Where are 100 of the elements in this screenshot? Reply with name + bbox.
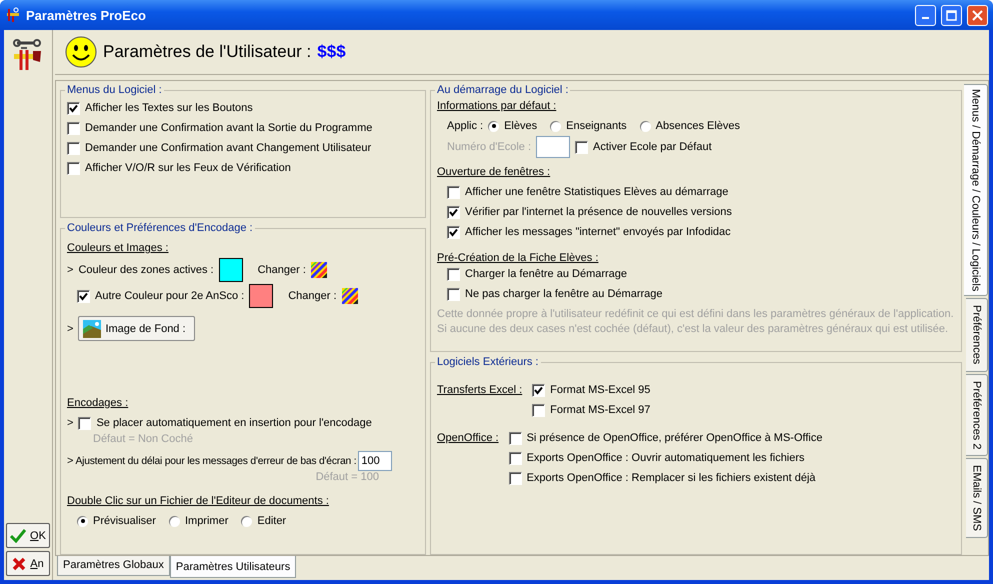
checkbox[interactable] <box>508 452 522 464</box>
radio-label: Editer <box>257 515 286 527</box>
radio-button[interactable] <box>77 516 88 526</box>
checkbox[interactable] <box>67 142 80 154</box>
tools-icon <box>13 38 43 72</box>
checkbox-label: Charger la fenêtre au Démarrage <box>465 268 628 280</box>
side-tab[interactable]: Préférences 2 <box>966 374 988 456</box>
checkbox-label: Ne pas charger la fenêtre au Démarrage <box>465 288 662 300</box>
group-title: Couleurs et Préférences d'Encodage : <box>66 222 254 234</box>
cancel-button[interactable]: An <box>6 551 50 576</box>
prefix-mark: > <box>67 322 74 334</box>
page-title: Paramètres de l'Utilisateur : <box>103 42 312 62</box>
prefix-mark: > <box>67 417 74 429</box>
color-stripes-icon[interactable] <box>342 288 358 304</box>
checkbox-label: Exports OpenOffice : Remplacer si les fichiers existent déjà <box>526 472 816 484</box>
checkbox-label: Demander une Confirmation avant la Sortie du Programme <box>85 122 372 134</box>
checkbox[interactable] <box>78 416 92 430</box>
checkbox-label: Exports OpenOffice : Ouvrir automatiquement les fichiers <box>526 452 805 464</box>
app-icon <box>5 7 21 23</box>
section-heading: Pré-Création de la Fiche Elèves : <box>437 252 600 264</box>
radio-label: Absences Elèves <box>656 120 740 132</box>
color-stripes-icon[interactable] <box>310 262 327 278</box>
radio-button[interactable] <box>241 516 252 526</box>
checkbox[interactable] <box>67 122 80 134</box>
checkbox-label: Afficher les messages "internet" envoyés par Infodidac <box>465 226 731 238</box>
checkbox-label: Autre Couleur pour 2e AnSco : <box>95 290 244 302</box>
default-hint: Défaut = Non Coché <box>92 433 194 445</box>
color-swatch[interactable] <box>249 284 274 308</box>
ok-button[interactable]: OK <box>6 523 50 548</box>
delay-input[interactable]: 100 <box>358 451 392 471</box>
checkbox[interactable] <box>67 102 80 114</box>
check-icon <box>10 528 26 542</box>
checkbox-label: Afficher les Textes sur les Boutons <box>85 102 253 114</box>
window-title: Paramètres ProEco <box>26 8 147 22</box>
checkbox[interactable] <box>508 432 522 444</box>
change-label: Changer : <box>288 290 337 302</box>
radio-button[interactable] <box>488 120 500 132</box>
checkbox-label: Afficher une fenêtre Statistiques Elèves au démarrage <box>465 186 728 198</box>
group-title: Menus du Logiciel : <box>66 84 163 96</box>
background-image-button[interactable]: Image de Fond : <box>78 316 195 341</box>
group-title: Au démarrage du Logiciel : <box>436 84 570 96</box>
info-note: Cette donnée propre à l'utilisateur redéfinit ce qui est défini dans les paramètres généraux de l'application. Si aucune des deux cases n'est cochée (défaut), c'est la valeur des paramètres généraux qui est utilisée. <box>437 307 955 337</box>
checkbox[interactable] <box>447 226 460 238</box>
checkbox-label: Si présence de OpenOffice, préférer OpenOffice à MS-Office <box>526 432 822 444</box>
radio-label: Prévisualiser <box>93 515 156 527</box>
change-label: Changer : <box>258 264 306 276</box>
checkbox[interactable] <box>508 472 522 484</box>
radio-button[interactable] <box>168 516 180 526</box>
bottom-tab[interactable]: Paramètres Globaux <box>57 556 170 576</box>
default-hint: Défaut = 100 <box>316 471 379 483</box>
section-heading: Ouverture de fenêtres : <box>437 166 552 178</box>
close-button[interactable] <box>967 4 988 26</box>
prefix-mark: > <box>67 264 74 276</box>
checkbox-label: Demander une Confirmation avant Changement Utilisateur <box>85 142 372 154</box>
smiley-icon <box>65 36 97 68</box>
radio-button[interactable] <box>550 120 562 132</box>
field-label: Ajustement du délai pour les messages d'erreur de bas d'écran : <box>75 456 356 466</box>
checkbox-label: Afficher V/O/R sur les Feux de Vérification <box>85 162 291 174</box>
checkbox[interactable] <box>532 404 546 416</box>
checkbox-label: Format MS-Excel 95 <box>550 384 650 396</box>
checkbox-label: Vérifier par l'internet la présence de nouvelles versions <box>465 206 732 218</box>
section-heading: Double Clic sur un Fichier de l'Editeur de documents : <box>67 495 330 507</box>
section-heading: Informations par défaut : <box>437 100 558 112</box>
section-heading: Transferts Excel : <box>437 384 522 398</box>
side-tab[interactable]: Menus / Démarrage / Couleurs / Logiciels <box>964 84 988 296</box>
color-label: Couleur des zones actives : <box>78 264 214 276</box>
landscape-icon <box>83 320 102 338</box>
side-tab[interactable]: EMails / SMS <box>966 458 988 538</box>
side-tab[interactable]: Préférences <box>966 298 988 372</box>
user-name: $$$ <box>317 42 346 62</box>
prefix-mark: > <box>67 455 74 467</box>
close-icon <box>972 10 983 20</box>
group-title: Logiciels Extérieurs : <box>436 356 540 368</box>
checkbox[interactable] <box>447 206 460 218</box>
cross-icon <box>12 556 26 570</box>
radio-label: Elèves <box>504 120 538 132</box>
checkbox[interactable] <box>575 140 588 154</box>
checkbox[interactable] <box>447 288 460 300</box>
checkbox-label: Format MS-Excel 97 <box>550 404 650 416</box>
checkbox[interactable] <box>67 162 80 174</box>
radio-label: Imprimer <box>184 515 228 527</box>
radio-button[interactable] <box>640 120 651 132</box>
maximize-button[interactable] <box>941 4 962 26</box>
bottom-tab[interactable]: Paramètres Utilisateurs <box>170 556 296 578</box>
checkbox[interactable] <box>447 186 460 198</box>
minimize-icon <box>922 17 929 19</box>
color-swatch[interactable] <box>218 258 243 282</box>
checkbox-label: Se placer automatiquement en insertion pour l'encodage <box>96 417 372 429</box>
section-heading: Encodages : <box>67 397 130 409</box>
checkbox[interactable] <box>447 268 460 280</box>
section-heading: Couleurs et Images : <box>67 242 170 254</box>
checkbox[interactable] <box>532 384 546 396</box>
checkbox-label: Activer Ecole par Défaut <box>593 141 712 153</box>
field-label: Numéro d'Ecole : <box>447 141 532 153</box>
radio-label: Enseignants <box>566 120 627 132</box>
field-label: Applic : <box>447 120 484 132</box>
maximize-icon <box>946 10 957 20</box>
minimize-button[interactable] <box>915 4 936 26</box>
section-heading: OpenOffice : <box>437 432 499 446</box>
checkbox[interactable] <box>77 290 90 302</box>
